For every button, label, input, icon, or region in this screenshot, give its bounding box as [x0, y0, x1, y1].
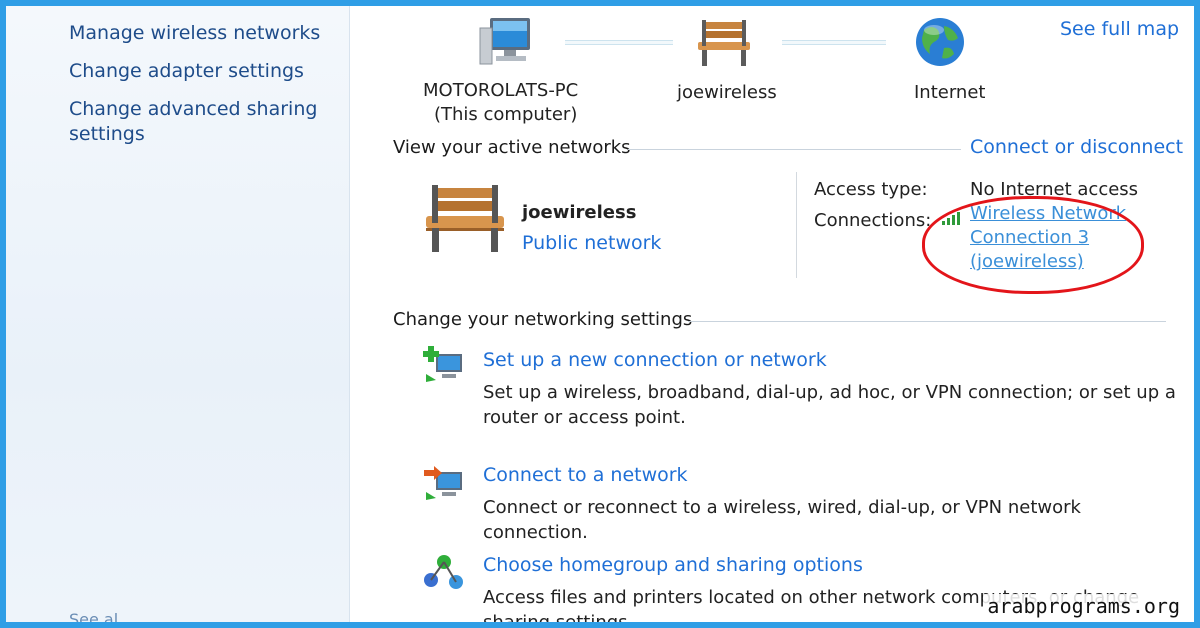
- map-line-1: [565, 40, 673, 45]
- computer-name: MOTOROLATS-PC: [423, 80, 579, 101]
- connect-disconnect-link[interactable]: Connect or disconnect: [970, 136, 1183, 158]
- task-connect-desc: Connect or reconnect to a wireless, wire…: [483, 497, 1081, 543]
- active-network-name: joewireless: [522, 202, 637, 223]
- active-header-rule: [628, 149, 961, 150]
- task-homegroup[interactable]: Choose homegroup and sharing options: [483, 554, 863, 576]
- new-connection-icon: [422, 344, 466, 388]
- sidebar-item-advanced-sharing[interactable]: Change advanced sharing settings: [69, 97, 329, 147]
- access-type-label: Access type:: [814, 179, 928, 200]
- computer-sub: (This computer): [434, 104, 578, 125]
- active-divider: [796, 172, 797, 278]
- watermark: arabprograms.org: [983, 594, 1184, 618]
- internet-label: Internet: [914, 82, 986, 103]
- task-setup-connection[interactable]: Set up a new connection or network: [483, 349, 827, 371]
- homegroup-icon: [422, 554, 466, 598]
- map-line-2: [782, 40, 886, 45]
- connections-label: Connections:: [814, 210, 932, 231]
- main-panel: MOTOROLATS-PC (This computer) joewireles…: [350, 6, 1194, 622]
- see-full-map-link[interactable]: See full map: [1060, 18, 1179, 40]
- task-setup-desc: Set up a wireless, broadband, dial-up, a…: [483, 382, 1176, 428]
- settings-header-rule: [688, 321, 1166, 322]
- highlight-circle: [922, 196, 1144, 294]
- left-sidebar: Manage wireless networks Change adapter …: [6, 6, 350, 622]
- globe-icon: [914, 16, 966, 72]
- task-connect-network[interactable]: Connect to a network: [483, 464, 688, 486]
- active-networks-header: View your active networks: [393, 137, 631, 158]
- bench-icon: [696, 18, 752, 72]
- map-network-name: joewireless: [677, 82, 777, 103]
- public-network-link[interactable]: Public network: [522, 232, 661, 254]
- connect-network-icon: [422, 462, 466, 506]
- computer-icon: [478, 16, 534, 74]
- public-network-bench-icon: [422, 182, 508, 260]
- network-sharing-center: Manage wireless networks Change adapter …: [6, 6, 1194, 622]
- sidebar-item-change-adapter[interactable]: Change adapter settings: [69, 59, 329, 84]
- sidebar-see-also: See al: [69, 610, 119, 622]
- settings-header: Change your networking settings: [393, 309, 693, 330]
- sidebar-item-manage-wireless[interactable]: Manage wireless networks: [69, 21, 329, 46]
